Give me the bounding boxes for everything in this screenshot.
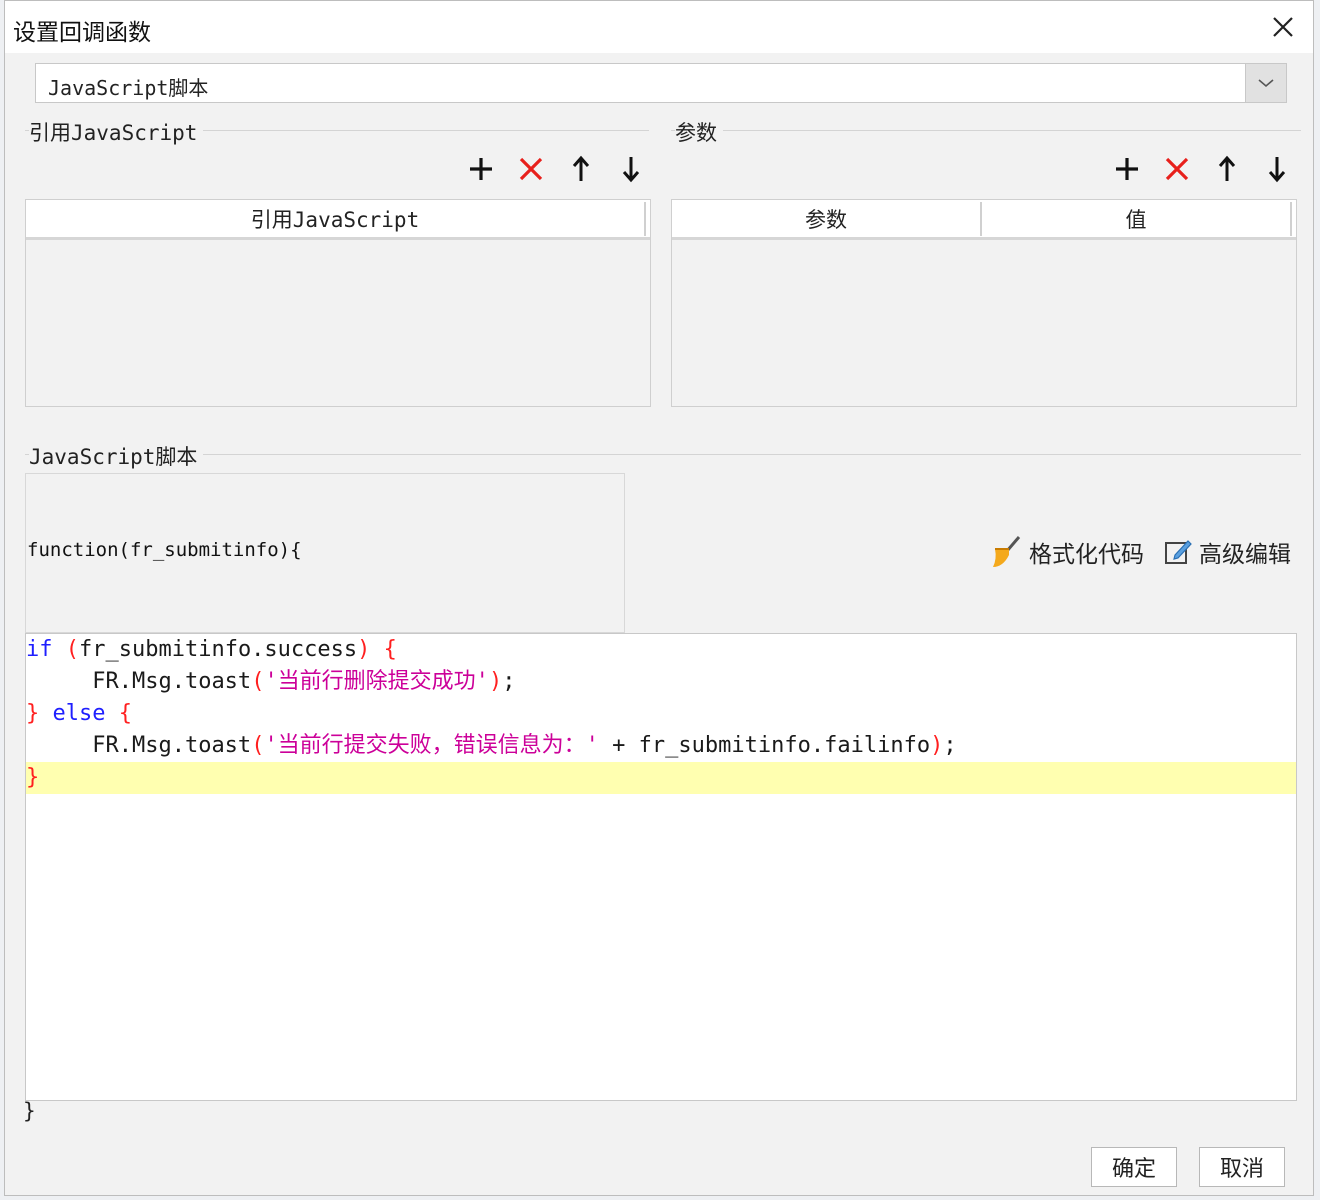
script-type-select[interactable]: JavaScript脚本 [35,63,1287,103]
chevron-down-icon [1258,79,1274,88]
edit-icon [1165,540,1192,564]
plus-icon [1116,158,1138,180]
code-keyword: else [52,701,106,726]
param-column-header[interactable]: 参数 [672,202,982,236]
script-group-label: JavaScript脚本 [29,441,204,471]
function-signature: function(fr_submitinfo){ [27,539,302,561]
function-closing-brace: } [23,1099,36,1123]
code-string: '当前行删除提交成功' [264,669,489,694]
broom-icon [993,536,1021,567]
arrow-down-icon [622,157,640,183]
dialog-title: 设置回调函数 [13,20,151,46]
param-table[interactable]: 参数 值 [671,199,1297,407]
arrow-up-icon [572,155,590,181]
callback-dialog: 设置回调函数 JavaScript脚本 引用JavaScript 引用JavaS… [4,0,1314,1196]
close-button[interactable] [1265,9,1301,45]
ref-move-up-button[interactable] [563,151,599,187]
ref-table-header: 引用JavaScript [26,200,650,240]
ref-column-header[interactable]: 引用JavaScript [26,202,646,236]
code-line-5-current: } [26,762,1296,794]
code-line-3: } else { [26,701,132,726]
cancel-button[interactable]: 取消 [1199,1147,1285,1187]
param-group-rule [671,130,1301,131]
param-toolbar [1095,151,1295,187]
ref-add-button[interactable] [463,151,499,187]
code-line-4: FR.Msg.toast('当前行提交失败，错误信息为：' + fr_submi… [92,733,957,758]
ref-move-down-button[interactable] [613,151,649,187]
dropdown-arrow-button[interactable] [1245,64,1286,102]
code-editor[interactable]: if (fr_submitinfo.success) { FR.Msg.toas… [25,633,1297,1101]
param-delete-button[interactable] [1159,151,1195,187]
plus-icon [470,158,492,180]
param-move-up-button[interactable] [1209,151,1245,187]
script-group-rule [25,454,1301,455]
ref-delete-button[interactable] [513,151,549,187]
format-code-button[interactable]: 格式化代码 [989,535,1144,569]
advanced-edit-label: 高级编辑 [1199,542,1291,568]
advanced-edit-button[interactable]: 高级编辑 [1163,535,1291,569]
format-code-label: 格式化代码 [1029,542,1144,568]
code-line-1: if (fr_submitinfo.success) { [26,637,397,662]
arrow-down-icon [1268,157,1286,183]
ref-group-label: 引用JavaScript [29,117,204,147]
param-group-label: 参数 [675,117,723,147]
script-type-value: JavaScript脚本 [48,76,209,100]
arrow-up-icon [1218,155,1236,181]
code-line-2: FR.Msg.toast('当前行删除提交成功'); [92,669,516,694]
ok-button[interactable]: 确定 [1091,1147,1177,1187]
code-keyword: if [26,637,53,662]
close-icon [1273,17,1293,37]
param-move-down-button[interactable] [1259,151,1295,187]
code-string: '当前行提交失败，错误信息为：' [264,733,599,758]
param-add-button[interactable] [1109,151,1145,187]
ref-js-table[interactable]: 引用JavaScript [25,199,651,407]
delete-x-icon [519,157,543,181]
param-table-header: 参数 值 [672,200,1296,240]
ref-toolbar [449,151,649,187]
title-bar: 设置回调函数 [5,1,1313,53]
value-column-header[interactable]: 值 [982,202,1292,236]
delete-x-icon [1165,157,1189,181]
